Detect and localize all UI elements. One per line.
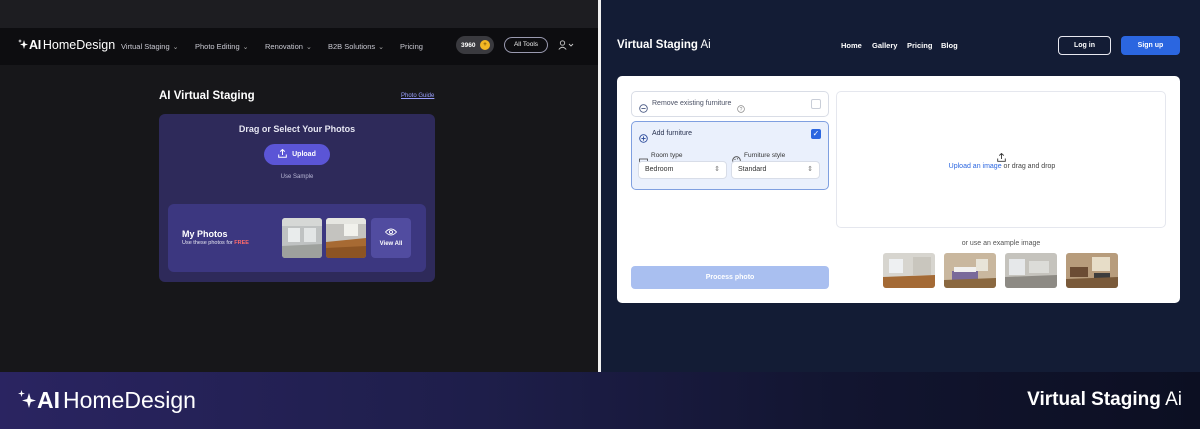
image-dropzone[interactable]: Upload an image or drag and drop [836, 91, 1166, 228]
furniture-style-value: Standard [738, 166, 767, 173]
nav-label: Pricing [400, 42, 423, 51]
nav-label: Virtual Staging [121, 42, 170, 51]
example-image-thumbnail[interactable] [1066, 253, 1118, 288]
nav-b2b-solutions[interactable]: B2B Solutions ⌄ [328, 42, 384, 51]
remove-furniture-label: Remove existing furniture [652, 100, 732, 107]
left-navbar: AI HomeDesign Virtual Staging ⌄ Photo Edi… [0, 28, 598, 65]
footer-logo-light: Ai [1165, 389, 1182, 410]
example-image-label: or use an example image [961, 240, 1041, 247]
user-icon[interactable] [558, 40, 574, 52]
nav-label: Renovation [265, 42, 303, 51]
chevron-down-icon: ⌄ [172, 44, 179, 51]
my-photos-panel: My Photos Use these photos for FREE View… [168, 204, 426, 272]
example-image-thumbnail[interactable] [1005, 253, 1057, 288]
chevron-down-icon: ⌄ [378, 44, 384, 51]
add-furniture-label: Add furniture [652, 130, 693, 137]
process-photo-button[interactable]: Process photo [631, 266, 829, 289]
footer-aihomedesign-logo: AI HomeDesign [18, 387, 196, 414]
room-type-select[interactable]: Bedroom ⇕ [638, 161, 727, 179]
comparison-footer: AI HomeDesign Virtual Staging Ai [0, 372, 1200, 429]
all-tools-button[interactable]: All Tools [504, 37, 548, 53]
example-image-thumbnail[interactable] [944, 253, 996, 288]
nav-pricing[interactable]: Pricing [907, 41, 932, 50]
coin-icon: + [480, 40, 490, 50]
footer-logo-bold: Virtual Staging [1027, 389, 1161, 410]
top-strip [0, 0, 598, 28]
use-sample-link[interactable]: Use Sample [159, 174, 435, 180]
drag-select-heading: Drag or Select Your Photos [238, 124, 356, 134]
nav-renovation[interactable]: Renovation ⌄ [265, 42, 312, 51]
credits-count: 3960 [461, 41, 476, 49]
staging-card: Remove existing furniture ? Add furnitur… [617, 76, 1180, 303]
left-panel: AI HomeDesign Virtual Staging ⌄ Photo Edi… [0, 0, 598, 372]
nav-gallery[interactable]: Gallery [872, 41, 897, 50]
view-all-label: View All [379, 241, 403, 247]
my-photos-subtitle: Use these photos for FREE [182, 240, 249, 246]
select-arrows-icon: ⇕ [714, 166, 720, 173]
svg-text:?: ? [740, 107, 743, 113]
upload-button[interactable]: Upload [264, 144, 330, 165]
furniture-style-select[interactable]: Standard ⇕ [731, 161, 820, 179]
nav-photo-editing[interactable]: Photo Editing ⌄ [195, 42, 249, 51]
upload-image-link[interactable]: Upload an image [949, 163, 1002, 170]
nav-virtual-staging[interactable]: Virtual Staging ⌄ [121, 42, 179, 51]
sample-photo-thumbnail[interactable] [282, 218, 322, 258]
my-photos-title: My Photos [182, 229, 228, 239]
upload-card[interactable]: Drag or Select Your Photos Upload Use Sa… [159, 114, 435, 282]
signup-button[interactable]: Sign up [1121, 36, 1180, 55]
add-furniture-option[interactable]: Add furniture ✓ Room type Furniture styl… [631, 121, 829, 190]
remove-furniture-checkbox[interactable] [811, 99, 821, 109]
select-arrows-icon: ⇕ [807, 166, 813, 173]
nav-pricing[interactable]: Pricing [400, 42, 423, 51]
logo-light: Ai [700, 39, 711, 51]
sparkle-icon [18, 389, 36, 412]
example-image-thumbnail[interactable] [883, 253, 935, 288]
right-panel: Virtual Staging Ai Home Gallery Pricing … [601, 0, 1200, 372]
logo-homedesign: HomeDesign [42, 38, 116, 52]
chevron-down-icon: ⌄ [242, 44, 249, 51]
minus-circle-icon [639, 100, 648, 118]
room-type-value: Bedroom [645, 166, 674, 173]
credits-badge[interactable]: 3960 + [456, 36, 494, 54]
footer-logo-homedesign: HomeDesign [63, 387, 196, 413]
drag-drop-text: or drag and drop [1001, 163, 1056, 170]
virtualstaging-logo[interactable]: Virtual Staging Ai [617, 39, 711, 51]
free-label: FREE [234, 240, 249, 246]
add-furniture-checkbox[interactable]: ✓ [811, 129, 821, 139]
eye-icon [371, 228, 411, 238]
remove-furniture-option[interactable]: Remove existing furniture ? [631, 91, 829, 117]
help-icon[interactable]: ? [737, 100, 745, 118]
photo-guide-link[interactable]: Photo Guide [401, 93, 434, 99]
plus-circle-icon [639, 130, 648, 148]
chevron-down-icon: ⌄ [305, 44, 312, 51]
furniture-style-label: Furniture style [744, 152, 786, 159]
nav-home[interactable]: Home [841, 41, 862, 50]
login-button[interactable]: Log in [1058, 36, 1111, 55]
nav-blog[interactable]: Blog [941, 41, 958, 50]
footer-virtualstaging-logo: Virtual Staging Ai [1027, 389, 1182, 411]
subtitle-text: Use these photos for [182, 240, 235, 246]
dropzone-text: Upload an image or drag and drop [837, 163, 1167, 170]
aihomedesign-logo[interactable]: AI HomeDesign [18, 38, 115, 52]
nav-label: Photo Editing [195, 42, 240, 51]
room-type-label: Room type [651, 152, 683, 159]
upload-label: Upload [292, 151, 316, 158]
footer-logo-ai: AI [37, 387, 60, 413]
logo-ai: AI [29, 38, 41, 52]
upload-icon [278, 148, 287, 160]
sample-photo-thumbnail[interactable] [326, 218, 366, 258]
view-all-button[interactable]: View All [371, 218, 411, 258]
page-title: AI Virtual Staging [159, 90, 255, 102]
nav-label: B2B Solutions [328, 42, 376, 51]
logo-bold: Virtual Staging [617, 39, 698, 51]
sparkle-icon [18, 39, 28, 51]
